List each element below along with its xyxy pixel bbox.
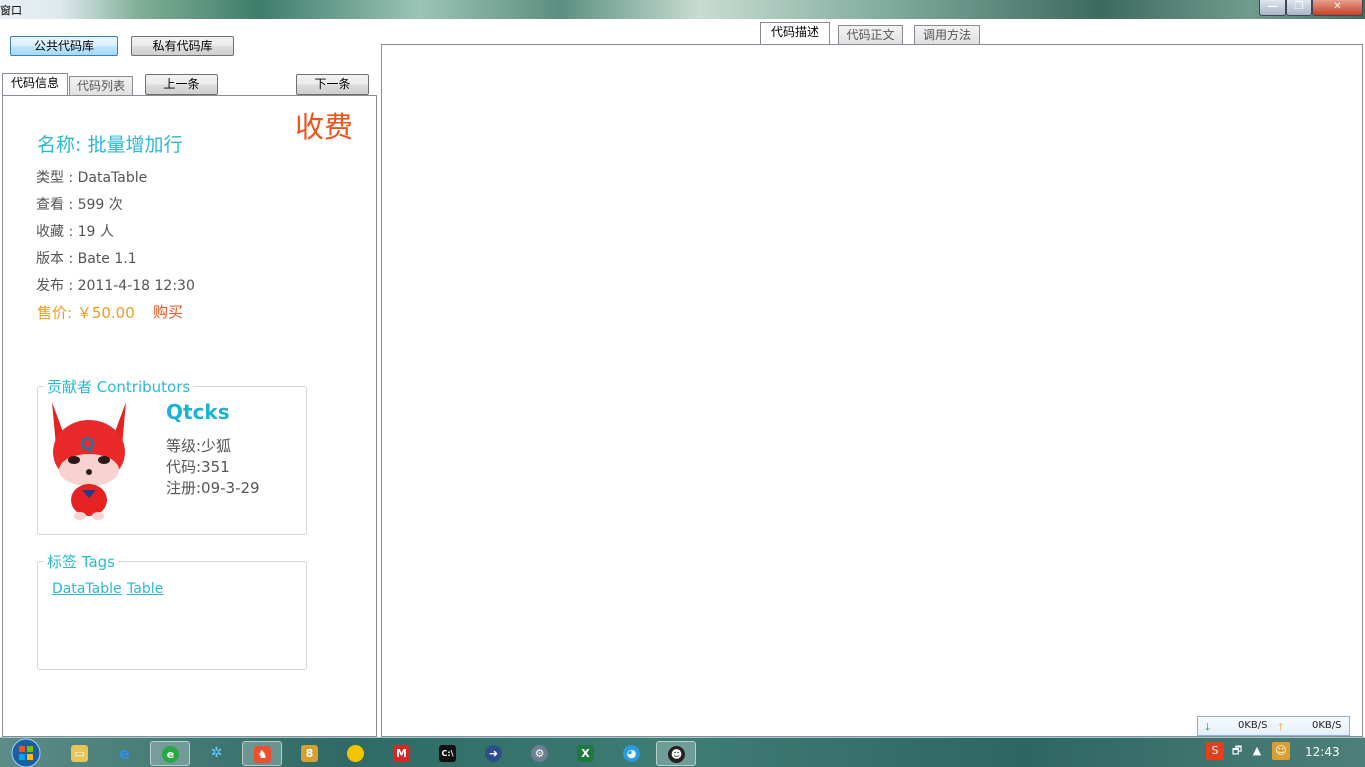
minimize-icon: — <box>1267 1 1278 12</box>
code-version: 版本 : Bate 1.1 <box>36 251 137 267</box>
code-type: 类型 : DataTable <box>36 170 148 186</box>
code-app-icon: ♞ <box>254 746 271 763</box>
taskbar-clock[interactable]: 12:43 <box>1305 745 1340 759</box>
net-speed-widget: 🡓 0KB/S 🡑 0KB/S <box>1197 716 1350 736</box>
contributor-level: 等级:少狐 <box>166 437 232 455</box>
sogou-ime-icon[interactable]: S <box>1206 742 1224 760</box>
tab-code-body[interactable]: 代码正文 <box>838 25 903 44</box>
tab-call-method[interactable]: 调用方法 <box>914 25 980 44</box>
taskbar: ▭ e e ✲ ♞ 8 M C:\ ➜ ⚙ X ◕ ☻ <box>0 737 1365 767</box>
qq-taskbar-button[interactable]: ☻ <box>656 741 696 766</box>
title-bar: 窗口 — ❐ ✕ <box>0 0 1365 19</box>
app-taskbar-button[interactable]: 8 <box>290 741 330 766</box>
app2-taskbar-button[interactable]: ➜ <box>474 741 514 766</box>
cmd-taskbar-button[interactable]: C:\ <box>428 741 468 766</box>
contributor-avatar: Q <box>52 402 126 520</box>
tab-code-info[interactable]: 代码信息 <box>2 73 68 95</box>
gear-taskbar-button[interactable]: ⚙ <box>520 741 560 766</box>
prev-button[interactable]: 上一条 <box>145 74 218 95</box>
code-name: 名称: 批量增加行 <box>37 134 183 156</box>
app-icon: 8 <box>301 745 318 762</box>
contributor-registered: 注册:09-3-29 <box>166 479 260 497</box>
tag-link[interactable]: DataTable <box>52 581 122 597</box>
pinwheel-taskbar-button[interactable]: ✲ <box>197 741 237 766</box>
code-published: 发布 : 2011-4-18 12:30 <box>36 278 195 294</box>
ie-icon: e <box>119 744 130 763</box>
maximize-button[interactable]: ❐ <box>1286 0 1312 16</box>
ie-taskbar-button[interactable]: e <box>105 741 145 766</box>
folder-icon: ▭ <box>71 745 88 762</box>
private-library-button[interactable]: 私有代码库 <box>131 36 234 56</box>
m-taskbar-button[interactable]: M <box>382 741 422 766</box>
tag-link[interactable]: Table <box>127 581 163 597</box>
qq-icon: ☻ <box>668 746 685 763</box>
close-button[interactable]: ✕ <box>1312 0 1363 16</box>
start-button[interactable] <box>6 738 46 767</box>
minimize-button[interactable]: — <box>1259 0 1286 16</box>
tray-app-icon[interactable]: ☺ <box>1272 742 1290 760</box>
pinwheel-icon: ✲ <box>210 745 223 761</box>
public-library-button[interactable]: 公共代码库 <box>10 36 118 56</box>
tray-window-icon[interactable]: 🗗 <box>1228 742 1246 760</box>
tags-group: 标签 Tags <box>37 551 307 670</box>
bird-icon: ◕ <box>623 745 640 762</box>
upload-arrow-icon: 🡑 <box>1278 722 1284 733</box>
browser-taskbar-button[interactable]: e <box>150 741 190 766</box>
upload-speed: 0KB/S <box>1312 720 1342 731</box>
next-button[interactable]: 下一条 <box>296 74 369 95</box>
explorer-taskbar-button[interactable]: ▭ <box>60 741 100 766</box>
excel-taskbar-button[interactable]: X <box>566 741 606 766</box>
bird-taskbar-button[interactable]: ◕ <box>612 741 652 766</box>
m-icon: M <box>393 745 410 762</box>
tab-code-list[interactable]: 代码列表 <box>69 76 133 95</box>
360-browser-icon: e <box>162 746 179 763</box>
restore-icon: ❐ <box>1294 1 1304 12</box>
code-price: 售价: ￥50.00 <box>37 304 135 322</box>
gear-icon: ⚙ <box>531 745 548 762</box>
download-speed: 0KB/S <box>1238 720 1268 731</box>
download-arrow-icon: 🡓 <box>1205 722 1211 733</box>
tray-expand-icon[interactable]: ▲ <box>1248 742 1266 760</box>
sun-taskbar-button[interactable] <box>336 741 376 766</box>
contributors-legend: 贡献者 Contributors <box>47 378 191 396</box>
code-views: 查看 : 599 次 <box>36 197 123 213</box>
tags-legend: 标签 Tags <box>47 553 115 571</box>
contributor-code-count: 代码:351 <box>166 458 230 476</box>
code-description-panel <box>381 44 1363 737</box>
tab-code-description[interactable]: 代码描述 <box>760 22 830 44</box>
excel-icon: X <box>577 745 594 762</box>
sun-icon <box>347 745 364 762</box>
fee-label: 收费 <box>295 110 354 144</box>
contributor-name[interactable]: Qtcks <box>166 400 230 424</box>
close-icon: ✕ <box>1333 1 1342 12</box>
buy-link[interactable]: 购买 <box>153 301 183 322</box>
cmd-icon: C:\ <box>439 745 456 762</box>
code-app-taskbar-button[interactable]: ♞ <box>242 741 282 766</box>
app-icon: ➜ <box>485 745 502 762</box>
code-favorites: 收藏 : 19 人 <box>36 224 114 240</box>
svg-text:Q: Q <box>80 434 95 455</box>
window-title: 窗口 <box>0 4 22 17</box>
